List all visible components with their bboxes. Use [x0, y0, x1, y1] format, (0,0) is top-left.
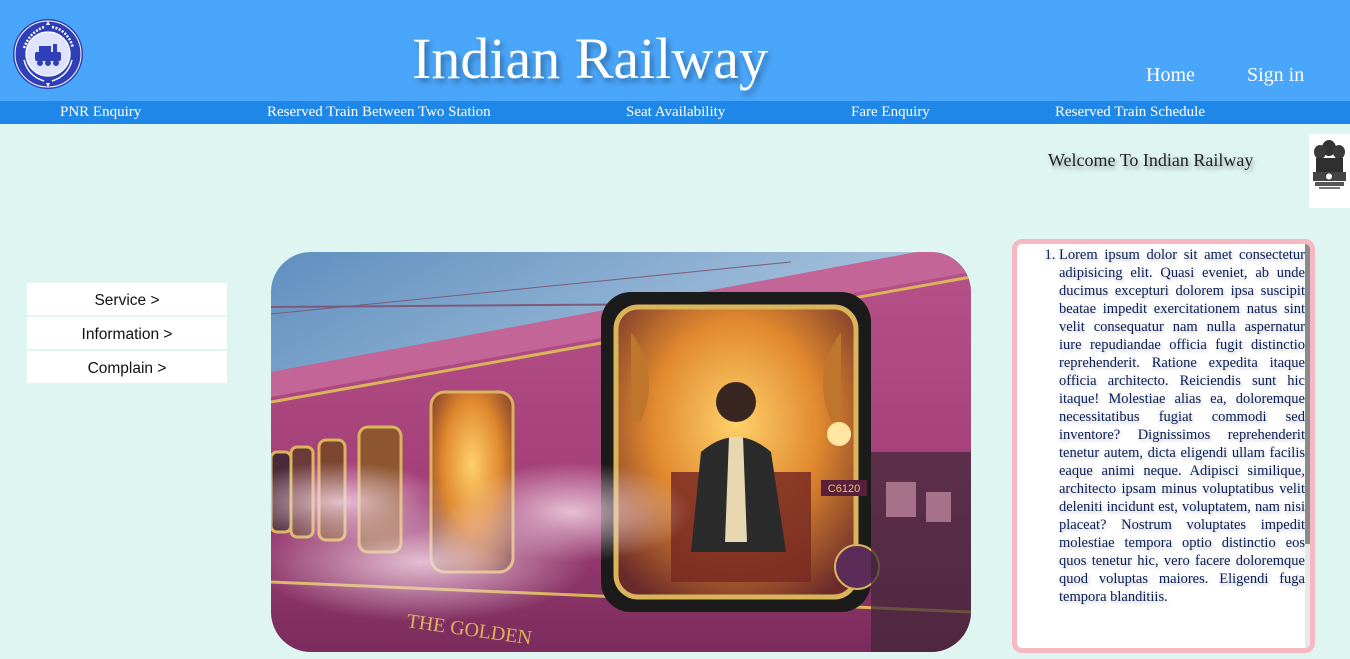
sign-in-link[interactable]: Sign in — [1247, 62, 1304, 88]
menu-item-pnr-enquiry[interactable]: PNR Enquiry — [60, 101, 141, 124]
scrollbar-thumb[interactable] — [1305, 244, 1310, 544]
list-item: Lorem ipsum dolor sit amet consectetur a… — [1059, 246, 1305, 606]
main-menu-bar: PNR Enquiry Reserved Train Between Two S… — [0, 101, 1350, 124]
side-menu-complain[interactable]: Complain > — [27, 351, 227, 383]
luxury-train-coach-image: C6120 THE GOLDEN — [271, 252, 971, 652]
svg-text:C6120: C6120 — [828, 483, 860, 495]
info-text-scroll-area[interactable]: Lorem ipsum dolor sit amet consectetur a… — [1017, 244, 1305, 648]
menu-item-reserved-train-between-stations[interactable]: Reserved Train Between Two Station — [267, 101, 491, 124]
national-emblem-icon — [1309, 134, 1350, 208]
welcome-text: Welcome To Indian Railway — [1048, 150, 1254, 170]
info-text-box: Lorem ipsum dolor sit amet consectetur a… — [1012, 239, 1315, 653]
side-menu-service[interactable]: Service > — [27, 283, 227, 315]
side-menu-information[interactable]: Information > — [27, 317, 227, 349]
site-title: Indian Railway — [412, 26, 768, 91]
info-list: Lorem ipsum dolor sit amet consectetur a… — [1017, 246, 1305, 606]
site-header: Indian Railway Home Sign in — [0, 0, 1350, 101]
menu-item-seat-availability[interactable]: Seat Availability — [626, 101, 725, 124]
menu-item-fare-enquiry[interactable]: Fare Enquiry — [851, 101, 930, 124]
scrollbar-track[interactable] — [1305, 244, 1310, 648]
menu-item-reserved-train-schedule[interactable]: Reserved Train Schedule — [1055, 101, 1205, 124]
home-link[interactable]: Home — [1146, 62, 1195, 88]
